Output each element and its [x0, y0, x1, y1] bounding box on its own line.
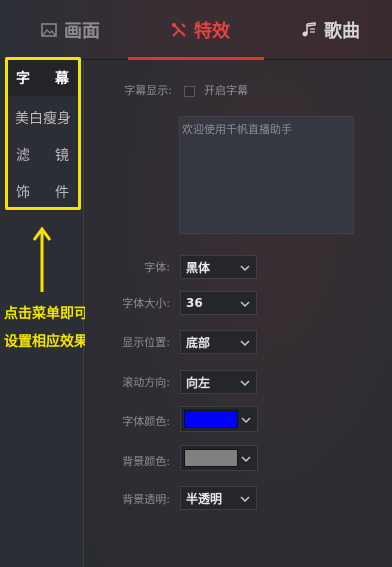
font-color-label: 字体颜色:	[122, 415, 170, 428]
sidebar-item-label: 幕	[55, 71, 70, 87]
position-select[interactable]: 底部	[180, 330, 257, 354]
enable-subtitle-checkbox[interactable]	[184, 86, 195, 97]
up-arrow-icon	[32, 226, 52, 292]
font-select-value: 黑体	[186, 260, 211, 275]
tab-effects-label: 特效	[194, 21, 230, 42]
sidebar-item-beauty[interactable]: 美白瘦身	[8, 100, 78, 136]
sidebar-item-label: 件	[55, 185, 70, 201]
font-label: 字体:	[144, 261, 170, 274]
chevron-down-icon	[240, 340, 250, 347]
sidebar-item-label: 滤	[16, 148, 31, 164]
subtitle-display-label: 字幕显示:	[124, 84, 172, 97]
scroll-direction-select-value: 向左	[186, 375, 211, 390]
sidebar-item-label: 饰	[16, 185, 31, 201]
tab-songs-label: 歌曲	[324, 21, 360, 42]
sidebar-item-filter[interactable]: 滤 镜	[8, 137, 78, 173]
sidebar-item-label: 美白瘦身	[15, 111, 71, 127]
chevron-down-icon	[240, 380, 250, 387]
position-select-value: 底部	[186, 335, 211, 350]
chevron-down-icon	[240, 496, 250, 503]
font-size-select-value: 36	[186, 296, 203, 310]
magic-tools-icon	[170, 21, 188, 39]
bg-color-swatch	[184, 449, 238, 467]
enable-subtitle-label[interactable]: 开启字幕	[204, 82, 248, 98]
font-size-label: 字体大小:	[122, 297, 170, 310]
sidebar-item-accessory[interactable]: 饰 件	[8, 174, 78, 210]
image-icon	[40, 21, 58, 39]
tab-picture-label: 画面	[64, 21, 100, 42]
bg-color-label: 背景颜色:	[122, 455, 170, 468]
chevron-down-icon	[241, 417, 251, 424]
font-select[interactable]: 黑体	[180, 255, 257, 279]
chevron-down-icon	[241, 456, 251, 463]
font-color-picker[interactable]	[180, 406, 258, 432]
chevron-down-icon	[240, 265, 250, 272]
tab-picture[interactable]: 画面	[20, 0, 120, 60]
position-label: 显示位置:	[122, 336, 170, 349]
top-tab-bar: 画面 特效 歌曲	[0, 0, 392, 60]
sidebar-item-subtitle[interactable]: 字 幕	[8, 60, 78, 96]
bg-opacity-label: 背景透明:	[122, 493, 170, 506]
scroll-direction-label: 滚动方向:	[122, 376, 170, 389]
bg-color-picker[interactable]	[180, 445, 258, 471]
font-size-select[interactable]: 36	[180, 291, 257, 315]
sidebar-item-label: 字	[16, 71, 31, 87]
tab-effects[interactable]: 特效	[145, 0, 255, 60]
chevron-down-icon	[240, 301, 250, 308]
scroll-direction-select[interactable]: 向左	[180, 370, 257, 394]
sidebar-item-label: 镜	[55, 148, 70, 164]
bg-opacity-select[interactable]: 半透明	[180, 486, 257, 510]
subtitle-text-input[interactable]: 欢迎使用千帆直播助手	[179, 116, 354, 234]
font-color-swatch	[184, 410, 238, 428]
bg-opacity-select-value: 半透明	[186, 491, 223, 506]
tab-songs[interactable]: 歌曲	[280, 0, 380, 60]
music-note-icon	[300, 21, 318, 39]
